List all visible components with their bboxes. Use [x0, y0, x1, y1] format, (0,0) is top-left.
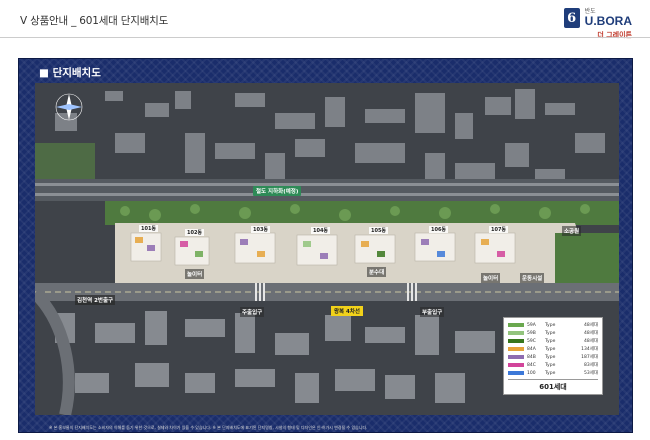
- site-plan-frame: ■ 단지배치도 철도 지하화(예정) 김천역 2번출구 왕복 4차선 주출입구 …: [18, 58, 633, 433]
- legend-swatch: [508, 339, 524, 343]
- facility-fountain: 분수대: [367, 267, 387, 277]
- unit-type-legend: 59A Type 48세대 59B Type 48세대 59C Type 48세…: [503, 317, 603, 395]
- page-title: Ⅴ 상품안내 _ 601세대 단지배치도: [20, 15, 169, 27]
- road-label: 왕복 4차선: [331, 306, 363, 316]
- building-103-label: 103동: [251, 226, 271, 233]
- legend-swatch: [508, 347, 524, 351]
- sub-entrance-label: 부출입구: [420, 307, 445, 317]
- site-plan-map: 철도 지하화(예정) 김천역 2번출구 왕복 4차선 주출입구 부출입구 놀이터…: [35, 83, 619, 415]
- legend-swatch: [508, 331, 524, 335]
- page: Ⅴ 상품안내 _ 601세대 단지배치도 6 반도 U.BORA 더 그레이튼 …: [0, 0, 650, 440]
- legend-swatch: [508, 355, 524, 359]
- disclaimer-footnote: ※ 본 홍보물의 단지배치도는 소비자의 이해를 돕기 위한 것으로, 실제와 …: [49, 425, 368, 430]
- legend-swatch: [508, 363, 524, 367]
- legend-row: 59B Type 48세대: [508, 329, 598, 337]
- legend-row: 100 Type 53세대: [508, 369, 598, 377]
- facility-fitness: 운동시설: [520, 273, 545, 283]
- building-104-label: 104동: [311, 227, 331, 234]
- building-101-label: 101동: [139, 225, 159, 232]
- legend-swatch: [508, 323, 524, 327]
- subway-label: 철도 지하화(예정): [253, 186, 302, 196]
- legend-swatch: [508, 371, 524, 375]
- building-102-label: 102동: [185, 229, 205, 236]
- facility-playground-2: 놀이터: [481, 273, 501, 283]
- facility-playground-1: 놀이터: [185, 269, 205, 279]
- building-106-label: 106동: [429, 226, 449, 233]
- legend-row: 84C Type 83세대: [508, 361, 598, 369]
- logo-mark-icon: 6: [563, 8, 580, 28]
- legend-total: 601세대: [508, 379, 598, 392]
- station-exit-label: 김천역 2번출구: [75, 295, 116, 305]
- facility-small-park: 소공원: [562, 226, 582, 236]
- legend-row: 84A Type 134세대: [508, 345, 598, 353]
- header-divider: [0, 37, 650, 38]
- building-107-label: 107동: [489, 226, 509, 233]
- building-105-label: 105동: [369, 227, 389, 234]
- section-title: ■ 단지배치도: [39, 67, 101, 79]
- main-entrance-label: 주출입구: [240, 307, 265, 317]
- legend-row: 59C Type 48세대: [508, 337, 598, 345]
- legend-row: 59A Type 48세대: [508, 321, 598, 329]
- legend-row: 84B Type 187세대: [508, 353, 598, 361]
